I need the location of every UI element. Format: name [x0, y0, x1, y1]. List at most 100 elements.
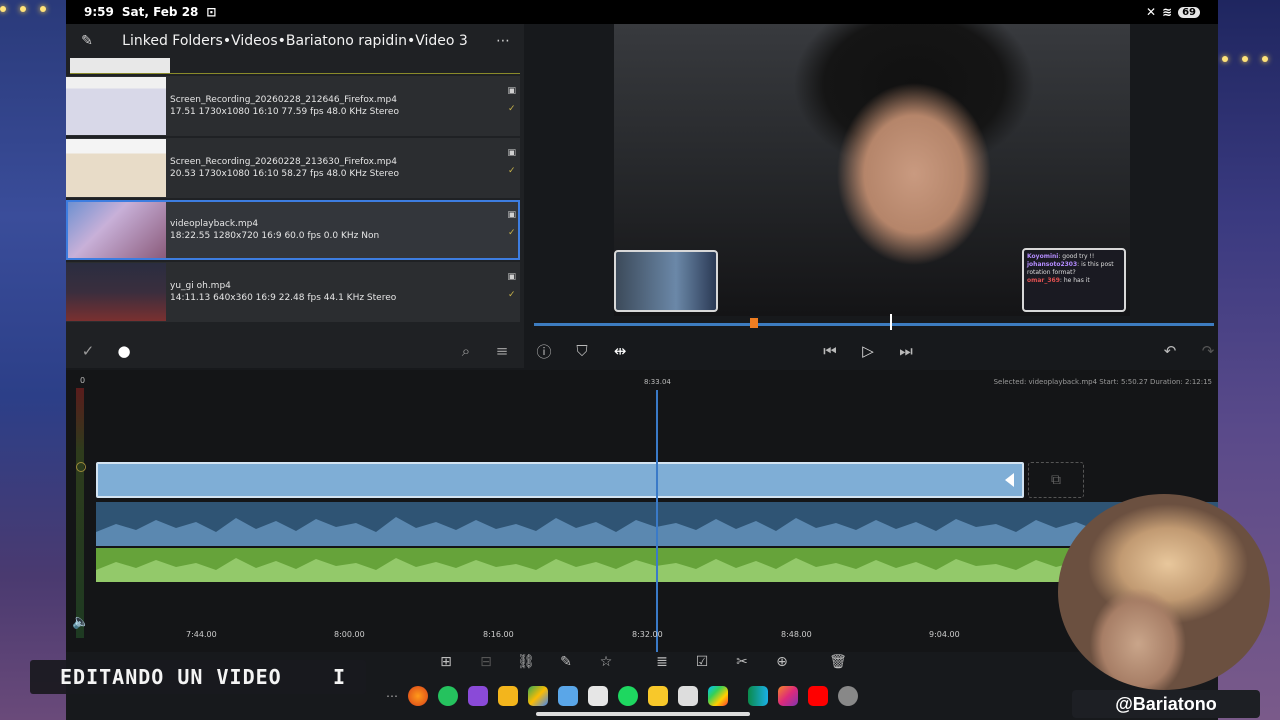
- file-row[interactable]: yu_gi oh.mp4 14:11.13 640x360 16:9 22.48…: [66, 262, 520, 322]
- marker-icon[interactable]: ⛉: [572, 341, 592, 361]
- ruler-label: 8:16.00: [483, 630, 514, 639]
- whatsapp-icon[interactable]: [438, 686, 458, 706]
- file-row[interactable]: Screen_Recording_20260228_212646_Firefox…: [66, 76, 520, 136]
- add-clip-icon[interactable]: ⊞: [436, 652, 456, 672]
- play-store-icon[interactable]: [708, 686, 728, 706]
- wifi-icon: ≋: [1162, 5, 1173, 19]
- undo-icon[interactable]: ↶: [1160, 341, 1180, 361]
- clip-icon: ▣: [507, 148, 516, 158]
- file-meta: 20.53 1730x1080 16:10 58.27 fps 48.0 KHz…: [170, 169, 399, 179]
- status-time: 9:59: [84, 5, 114, 19]
- editor-app-icon[interactable]: [748, 686, 768, 706]
- select-check-icon[interactable]: ✓: [78, 341, 98, 361]
- split-snap-icon[interactable]: ⇹: [610, 341, 630, 361]
- scrubber-playhead[interactable]: [890, 314, 892, 330]
- chat-text: : good try !!: [1058, 253, 1095, 260]
- chat-text: : he has it: [1059, 277, 1090, 284]
- checkbox-icon[interactable]: ☑: [692, 652, 712, 672]
- purple-app-icon[interactable]: [468, 686, 488, 706]
- search-icon[interactable]: ⌕: [456, 341, 476, 361]
- banner-text: EDITANDO UN VIDEO: [60, 665, 282, 689]
- info-icon[interactable]: ⓘ: [534, 341, 554, 361]
- file-name: videoplayback.mp4: [170, 219, 259, 229]
- scrubber-marker[interactable]: [750, 318, 758, 328]
- audio-meter: [76, 388, 84, 638]
- clip-trim-handle[interactable]: [1005, 473, 1014, 487]
- firefox-icon[interactable]: [408, 686, 428, 706]
- favorite-icon[interactable]: ☆: [596, 652, 616, 672]
- string-lights-right: [1222, 50, 1268, 70]
- transport-bar: ⓘ ⛉ ⇹ ⏮ ▷ ⏭ ↶ ↷: [526, 334, 1218, 368]
- browser-path-title: Linked Folders•Videos•Bariatono rapidin•…: [122, 33, 468, 49]
- file-meta: 14:11.13 640x360 16:9 22.48 fps 44.1 KHz…: [170, 293, 397, 303]
- mute-icon: ✕: [1145, 5, 1157, 19]
- browser-header: ✎ Linked Folders•Videos•Bariatono rapidi…: [66, 24, 524, 58]
- redo-icon[interactable]: ↷: [1198, 341, 1218, 361]
- timeline[interactable]: 0 8:33.04 Selected: videoplayback.mp4 St…: [66, 370, 1218, 652]
- browser-toolbar: ✓ ● ⌕ ≡: [66, 334, 524, 368]
- preview-facecam-overlay: [614, 250, 718, 312]
- home-indicator[interactable]: [536, 712, 750, 716]
- preview-scrubber[interactable]: [534, 314, 1214, 330]
- file-thumbnail: [66, 139, 166, 197]
- file-name: Screen_Recording_20260228_213630_Firefox…: [170, 157, 397, 167]
- edit-folder-icon[interactable]: ✎: [78, 32, 96, 50]
- trash-icon[interactable]: 🗑: [828, 652, 848, 672]
- preview-chat-overlay: Koyomini: good try !! johansoto2303: is …: [1022, 248, 1126, 312]
- file-thumbnail: [66, 201, 166, 259]
- file-list-top-partial: [70, 58, 520, 74]
- app-drawer-icon[interactable]: ⋯: [386, 689, 398, 703]
- file-meta: 17.51 1730x1080 16:10 77.59 fps 48.0 KHz…: [170, 107, 399, 117]
- folder-icon[interactable]: [648, 686, 668, 706]
- ruler-label: 8:48.00: [781, 630, 812, 639]
- file-name: Screen_Recording_20260228_212646_Firefox…: [170, 95, 397, 105]
- previous-frame-icon[interactable]: ⏮: [820, 341, 840, 361]
- timeline-playhead[interactable]: [656, 390, 658, 652]
- scissors-icon[interactable]: ✂: [732, 652, 752, 672]
- chat-user: johansoto2303: [1027, 261, 1078, 268]
- drive-icon[interactable]: [528, 686, 548, 706]
- file-row[interactable]: Screen_Recording_20260228_213630_Firefox…: [66, 138, 520, 198]
- timeline-ruler: 7:44.00 8:00.00 8:16.00 8:32.00 8:48.00 …: [66, 626, 1218, 646]
- file-meta: 18:22.55 1280x720 16:9 60.0 fps 0.0 KHz …: [170, 231, 380, 241]
- next-frame-icon[interactable]: ⏭: [896, 341, 916, 361]
- layers-icon[interactable]: ≣: [652, 652, 672, 672]
- settings-icon[interactable]: [838, 686, 858, 706]
- pencil-icon[interactable]: ✎: [556, 652, 576, 672]
- files-icon[interactable]: [558, 686, 578, 706]
- screen: 9:59 Sat, Feb 28 ⊡ ✕ ≋ 69 ✎ Linked Folde…: [0, 0, 1280, 720]
- ruler-label: 7:44.00: [186, 630, 217, 639]
- record-dot-icon[interactable]: ●: [114, 341, 134, 361]
- books-icon[interactable]: [498, 686, 518, 706]
- link-icon[interactable]: ⛓: [516, 652, 536, 672]
- more-options-icon[interactable]: ⋯: [494, 32, 512, 50]
- status-bar: 9:59 Sat, Feb 28 ⊡ ✕ ≋ 69: [66, 0, 1218, 24]
- ruler-label: 8:00.00: [334, 630, 365, 639]
- clip-icon: ▣: [507, 272, 516, 282]
- meter-zero-label: 0: [80, 376, 86, 385]
- chat-user: Koyomini: [1027, 253, 1059, 260]
- media-browser: ✎ Linked Folders•Videos•Bariatono rapidi…: [66, 24, 524, 368]
- clip-icon: ▣: [507, 86, 516, 96]
- add-icon[interactable]: ⊕: [772, 652, 792, 672]
- youtube-icon[interactable]: [808, 686, 828, 706]
- instagram-icon[interactable]: [778, 686, 798, 706]
- sort-icon[interactable]: ≡: [492, 341, 512, 361]
- scrubber-track: [534, 323, 1214, 326]
- volume-knob[interactable]: [76, 462, 86, 472]
- clip-icon: ▣: [507, 210, 516, 220]
- video-clip[interactable]: [96, 462, 1024, 498]
- spotify-icon[interactable]: [618, 686, 638, 706]
- video-preview[interactable]: Koyomini: good try !! johansoto2303: is …: [614, 24, 1130, 316]
- camera-icon[interactable]: [678, 686, 698, 706]
- chat-user: omar_369: [1027, 277, 1060, 284]
- ghost-clip-placeholder: ⧉: [1028, 462, 1084, 498]
- screen-record-icon: ⊡: [206, 5, 217, 19]
- play-icon[interactable]: ▷: [858, 341, 878, 361]
- clipboard-icon[interactable]: [588, 686, 608, 706]
- file-name: yu_gi oh.mp4: [170, 281, 231, 291]
- file-row-selected[interactable]: videoplayback.mp4 18:22.55 1280x720 16:9…: [66, 200, 520, 260]
- file-thumbnail: [66, 263, 166, 321]
- insert-icon[interactable]: ⊟: [476, 652, 496, 672]
- used-check-icon: ✓: [507, 104, 516, 114]
